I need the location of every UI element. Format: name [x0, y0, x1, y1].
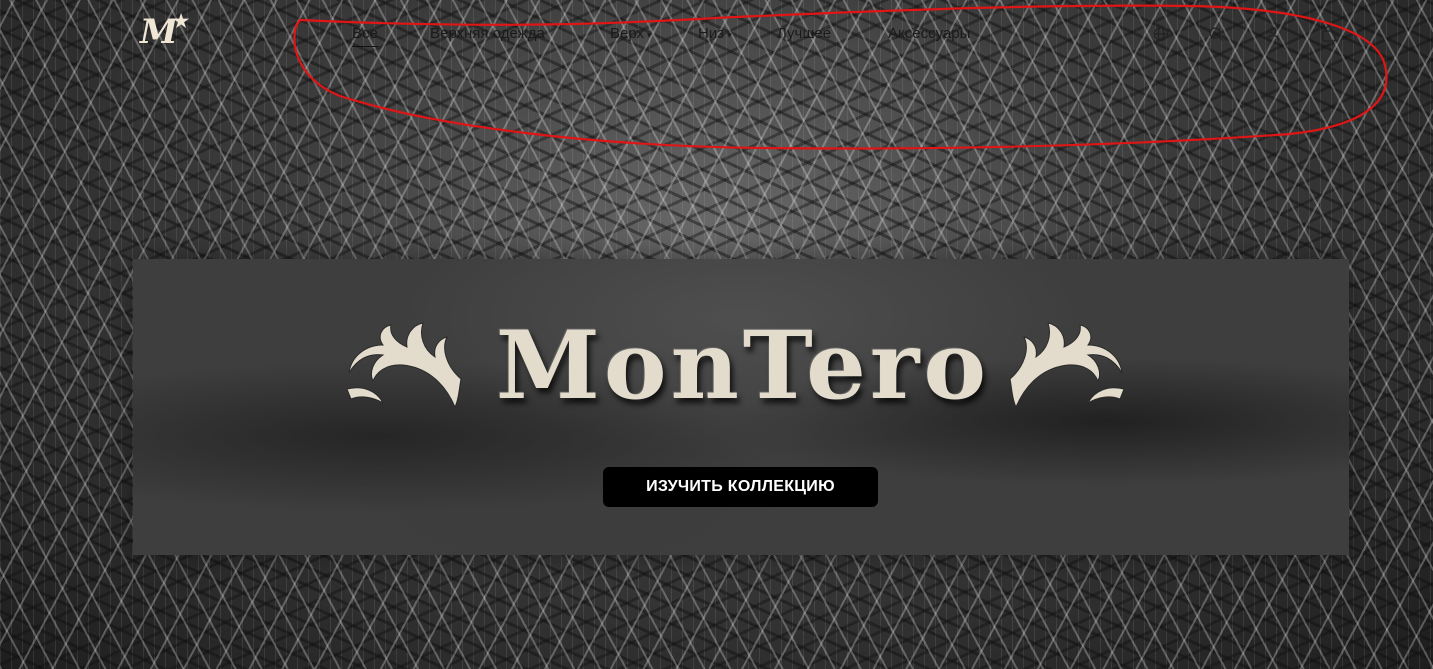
nav-item-outerwear[interactable]: Верхняя одежда: [430, 22, 545, 46]
chevron-down-icon: ▾: [647, 30, 652, 40]
brand-name: MonTero: [495, 311, 991, 421]
nav-item-label: Верхняя одежда: [430, 25, 545, 42]
main-nav: Все Верхняя одежда Верх ▾ Низ ▾ Лучшее Акс…: [0, 22, 1100, 47]
nav-item-label: Лучшее: [777, 25, 832, 42]
explore-collection-button[interactable]: ИЗУЧИТЬ КОЛЛЕКЦИЮ: [603, 467, 878, 507]
nav-item-label: Низ: [698, 25, 725, 42]
nav-item-label: Верх: [610, 25, 645, 42]
cart-icon[interactable]: [1317, 22, 1341, 46]
nav-item-label: Аксессуары: [888, 25, 971, 42]
search-icon[interactable]: [1204, 22, 1228, 46]
left-flourish-icon: [346, 322, 462, 409]
nav-item-accessories[interactable]: Аксессуары: [888, 22, 970, 46]
nav-item-label: Все: [352, 25, 378, 42]
site-header: M ★ Все Верхняя одежда Верх ▾ Низ ▾ Лучшее…: [0, 0, 1433, 70]
hero-banner: MonTero ИЗУЧИТЬ КОЛЛЕКЦИЮ: [133, 259, 1349, 555]
user-icon[interactable]: [1261, 22, 1285, 46]
nav-item-best[interactable]: Лучшее: [777, 22, 831, 46]
chevron-down-icon: ▾: [727, 30, 732, 40]
right-flourish-icon: [1009, 322, 1125, 409]
nav-item-tops[interactable]: Верх ▾: [610, 22, 652, 47]
globe-icon[interactable]: [1149, 22, 1173, 46]
brand-wordmark: MonTero: [343, 311, 1143, 421]
nav-item-all[interactable]: Все: [352, 22, 378, 47]
nav-item-bottoms[interactable]: Низ ▾: [698, 22, 732, 47]
